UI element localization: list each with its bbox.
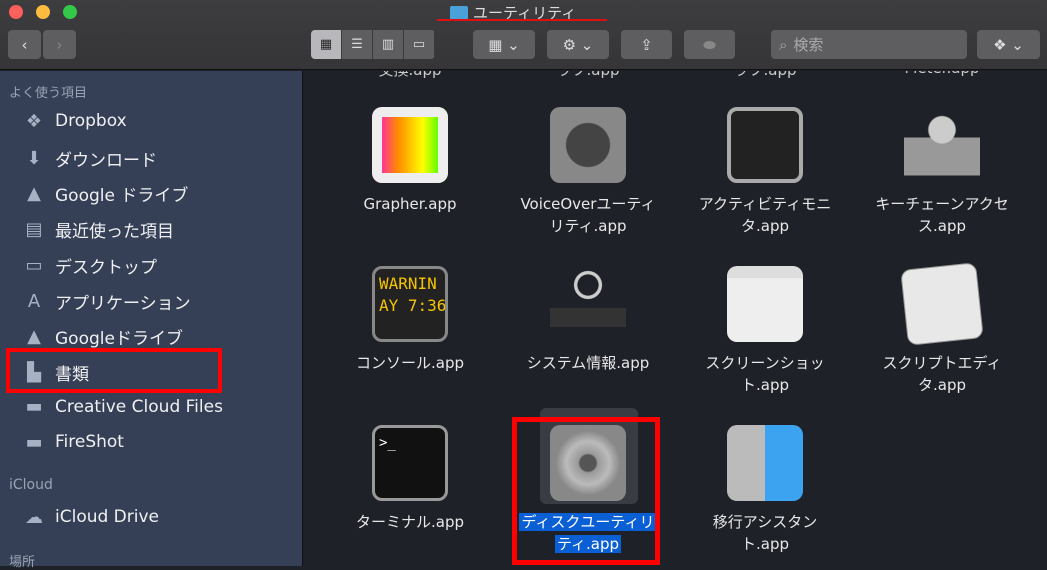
folder-icon: ▬ [25,396,43,418]
system-info-icon [550,266,626,342]
folder-icon: ▬ [25,431,43,453]
annotation-highlight-applications [6,348,222,393]
sidebar-item[interactable]: ❖ Dropbox [22,110,127,132]
desktop-icon: ▭ [25,254,43,276]
clipped-item-label[interactable]: Meter.app [857,71,1027,77]
file-name-cont: ト.app [740,376,789,394]
grapher-icon [372,107,448,183]
google-drive-icon: ▲ [27,183,41,205]
file-name: スクリプトエディ [882,354,1002,372]
sidebar-item[interactable]: ▬ FireShot [22,431,124,453]
file-name: アクティビティモニ [698,195,832,213]
sidebar-item[interactable]: ▲ Google ドライブ [22,181,188,206]
dropbox-icon: ❖ ⌄ [993,35,1024,54]
activity-monitor-icon [727,107,803,183]
dropbox-icon: ❖ [25,110,43,132]
share-icon: ⇪ [640,35,653,54]
file-item[interactable]: WARNIN AY 7:36 コンソール.app [325,266,495,374]
file-name: スクリーンショッ [705,354,825,372]
sidebar-item[interactable]: ▤ 最近使った項目 [22,217,174,242]
sidebar: よく使う項目 ❖ Dropbox ⬇ ダウンロード ▲ Google ドライブ ▤ 最近使った… [0,71,303,570]
annotation-underline [437,19,607,21]
search-field[interactable]: ⌕ 検索 [771,30,967,59]
view-mode-control: ▦ ☰ ▥ ▭ [311,30,435,59]
sidebar-item[interactable]: A アプリケーション [22,289,191,314]
console-icon: WARNIN AY 7:36 [372,266,448,342]
icloud-header: iCloud [9,477,53,493]
zoom-button[interactable] [63,5,77,19]
list-view-button[interactable]: ☰ [342,30,373,59]
locations-header: 場所 [9,555,36,570]
file-item[interactable]: システム情報.app [503,266,673,374]
arrange-button[interactable]: ▦ ⌄ [473,30,535,59]
script-editor-icon [900,262,984,346]
file-name: 移行アシスタン [712,513,818,531]
file-name-cont: タ.app [917,376,966,394]
clipped-item-label[interactable]: ラフ.app [503,71,673,80]
file-item[interactable]: スクリーンショッ ト.app [680,266,850,396]
sidebar-item[interactable]: ▲ Googleドライブ [22,324,183,349]
file-name-cont: ス.app [917,217,966,235]
forward-button[interactable]: › [43,30,76,59]
utilities-folder-icon [450,5,468,20]
file-name-cont: リティ.app [549,217,627,235]
file-name: Grapher.app [363,195,457,213]
file-item[interactable]: >_ ターミナル.app [325,425,495,533]
gear-icon: ⚙ ⌄ [562,35,594,54]
file-item[interactable]: 移行アシスタン ト.app [680,425,850,555]
sidebar-item[interactable]: ▭ デスクトップ [22,253,157,278]
file-item[interactable]: アクティビティモニ タ.app [680,107,850,237]
download-icon: ⬇ [26,147,42,169]
annotation-highlight-disk-utility [512,417,660,565]
file-item[interactable]: キーチェーンアクセ ス.app [857,107,1027,237]
migration-assistant-icon [727,425,803,501]
file-name-cont: ト.app [740,535,789,553]
google-drive-icon: ▲ [27,326,41,348]
icon-view-button[interactable]: ▦ [311,30,342,59]
share-button[interactable]: ⇪ [621,30,672,59]
file-item[interactable]: スクリプトエディ タ.app [857,262,1027,396]
cloud-icon: ☁ [25,506,43,528]
sidebar-item[interactable]: ▬ Creative Cloud Files [22,396,222,418]
favorites-header: よく使う項目 [9,86,88,101]
file-name: VoiceOverユーティ [520,195,656,213]
applications-icon: A [27,290,41,312]
screenshot-icon [727,266,803,342]
search-icon: ⌕ [779,35,788,54]
grid-icon: ▦ ⌄ [488,35,520,54]
column-view-button[interactable]: ▥ [373,30,404,59]
dropbox-button[interactable]: ❖ ⌄ [977,30,1040,59]
sidebar-item[interactable]: ⬇ ダウンロード [22,146,157,171]
file-name: システム情報.app [526,354,650,372]
keychain-icon [904,107,980,183]
back-button[interactable]: ‹ [8,30,41,59]
file-name: キーチェーンアクセ [875,195,1009,213]
terminal-icon: >_ [372,425,448,501]
sidebar-item-icloud-drive[interactable]: ☁ iCloud Drive [22,506,159,528]
file-name: ターミナル.app [355,513,464,531]
tag-button[interactable]: ⬬ [684,30,735,59]
tag-icon: ⬬ [703,35,716,54]
clipped-item-label[interactable]: 交換.app [325,71,495,80]
file-name: コンソール.app [355,354,464,372]
file-item[interactable]: VoiceOverユーティ リティ.app [503,107,673,237]
toolbar: ユーティリティ ‹ › ▦ ☰ ▥ ▭ ▦ ⌄ ⚙ ⌄ ⇪ ⬬ ⌕ 検索 ❖ ⌄ [0,0,1047,70]
close-button[interactable] [9,5,23,19]
minimize-button[interactable] [36,5,50,19]
file-grid: 交換.app ラフ.app ラフ.app Meter.app Grapher.app Vo… [304,71,1047,566]
gallery-view-button[interactable]: ▭ [404,30,435,59]
recents-icon: ▤ [25,219,43,241]
file-name-cont: タ.app [740,217,789,235]
action-button[interactable]: ⚙ ⌄ [547,30,609,59]
voiceover-icon [550,107,626,183]
clipped-item-label[interactable]: ラフ.app [680,71,850,80]
file-item[interactable]: Grapher.app [325,107,495,215]
